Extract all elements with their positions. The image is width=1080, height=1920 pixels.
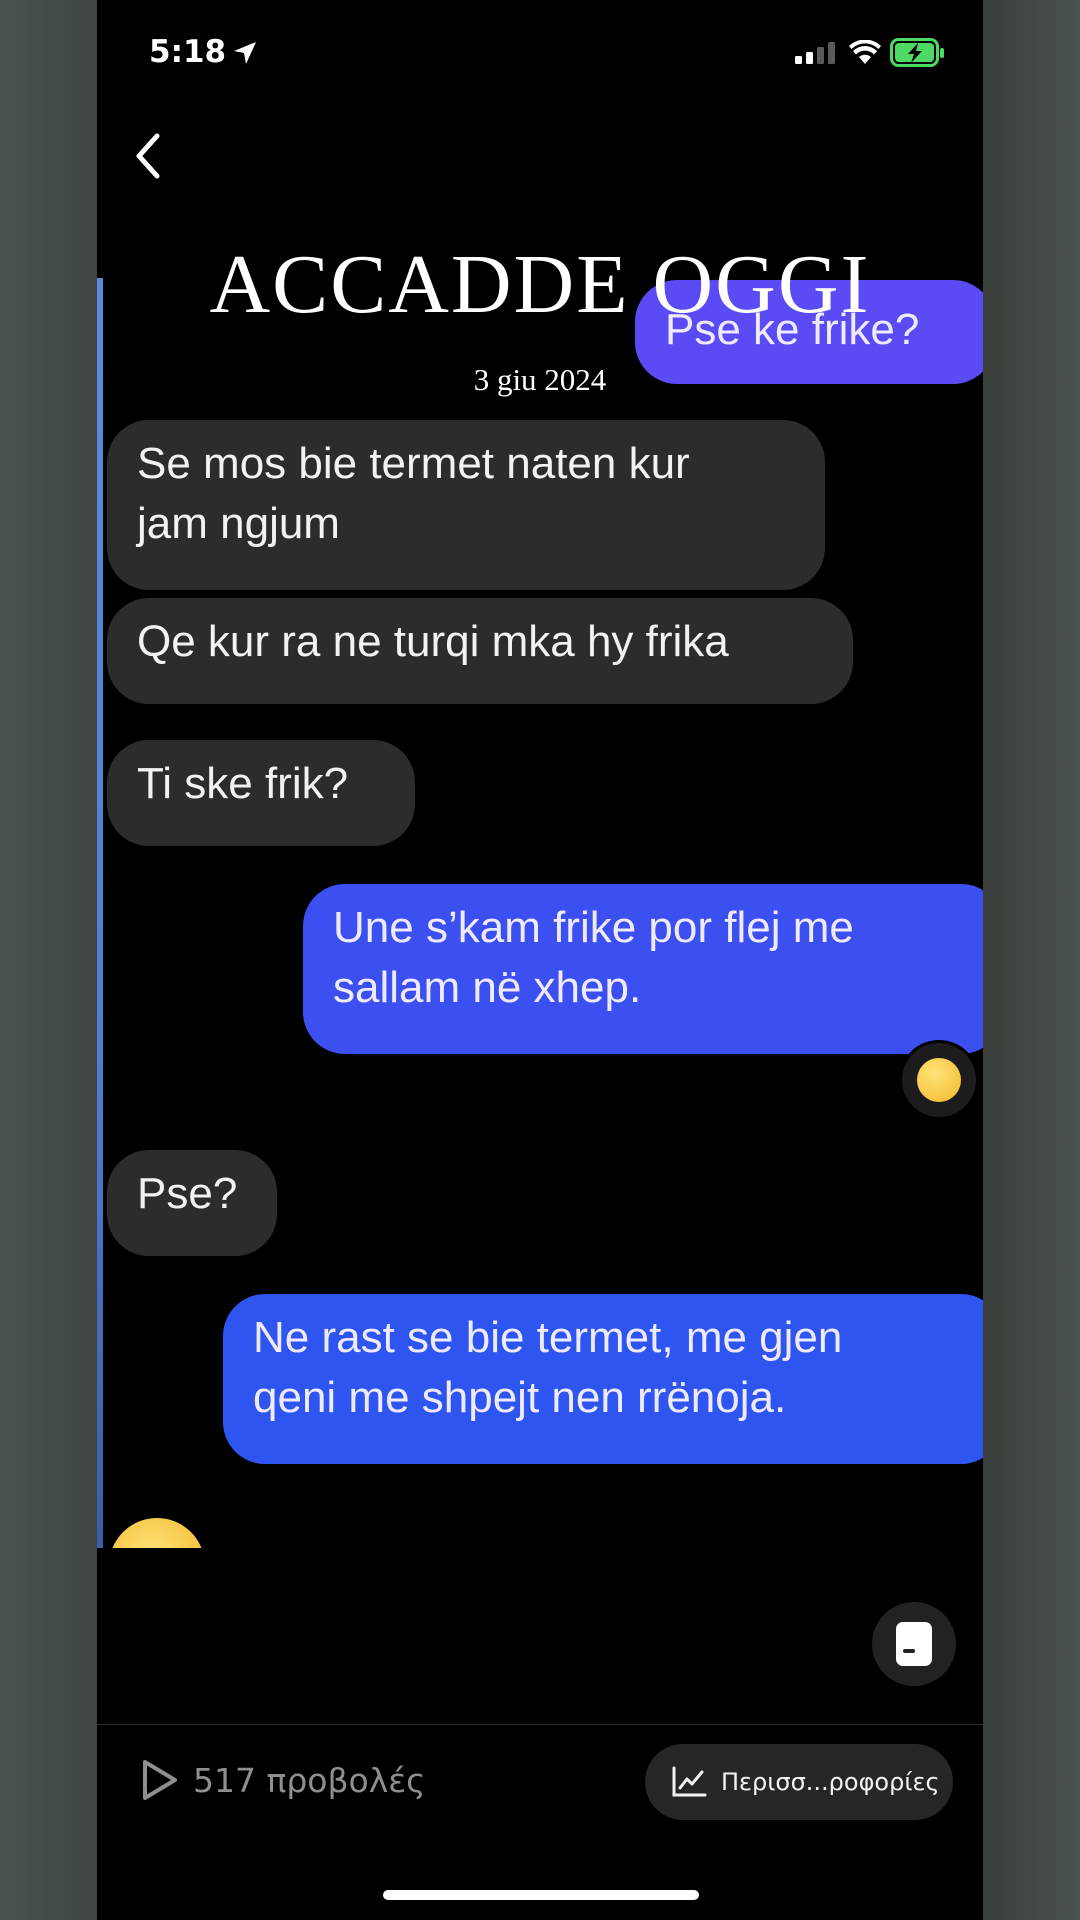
location-arrow-icon	[234, 42, 256, 64]
status-time: 5:18	[149, 34, 227, 70]
message-text-line: Se mos bie termet naten kur	[137, 439, 690, 488]
message-text-line: sallam në xhep.	[333, 963, 642, 1012]
views-label: 517 προβολές	[193, 1760, 426, 1800]
captions-icon	[896, 1622, 932, 1666]
home-indicator[interactable]	[383, 1890, 699, 1900]
story-viewer: 5:18 Pse ke frike? Se mos bie termet nat…	[97, 0, 983, 1920]
message-text-line: Une s’kam frike por flej me	[333, 903, 854, 952]
battery-charging-icon	[890, 38, 944, 67]
play-icon	[143, 1760, 177, 1800]
message-incoming: Pse?	[107, 1150, 277, 1256]
status-bar: 5:18	[97, 0, 983, 110]
emoji-partial	[109, 1518, 205, 1548]
footer-divider	[97, 1724, 983, 1725]
message-incoming: Ti ske frik?	[107, 740, 415, 846]
message-outgoing: Ne rast se bie termet, me gjen qeni me s…	[223, 1294, 983, 1464]
laughing-face-emoji	[917, 1058, 961, 1102]
message-text-line: qeni me shpejt nen rrënoja.	[253, 1373, 787, 1422]
message-incoming: Se mos bie termet naten kur jam ngjum	[107, 420, 825, 590]
captions-button[interactable]	[872, 1602, 956, 1686]
chart-line-icon	[672, 1766, 707, 1797]
message-outgoing: Une s’kam frike por flej me sallam në xh…	[303, 884, 983, 1054]
story-overlay-title: ACCADDE OGGI	[209, 238, 871, 331]
message-reaction[interactable]	[899, 1040, 979, 1120]
cellular-signal-icon	[795, 42, 835, 64]
message-incoming: Qe kur ra ne turqi mka hy frika	[107, 598, 853, 704]
message-text: Qe kur ra ne turqi mka hy frika	[137, 617, 729, 666]
more-info-button[interactable]: Περισσ...ροφορίες	[645, 1744, 953, 1820]
message-text: Pse?	[137, 1169, 238, 1218]
message-text-line: jam ngjum	[137, 499, 340, 548]
back-chevron-icon[interactable]	[127, 128, 171, 184]
story-overlay-date: 3 giu 2024	[473, 362, 607, 397]
chat-screenshot: Pse ke frike? Se mos bie termet naten ku…	[97, 278, 983, 1548]
message-text: Ti ske frik?	[137, 759, 349, 808]
screenshot-edge	[97, 278, 103, 1548]
more-info-label: Περισσ...ροφορίες	[721, 1768, 940, 1796]
wifi-icon	[849, 40, 881, 64]
views-count[interactable]: 517 προβολές	[139, 1757, 425, 1803]
message-text-line: Ne rast se bie termet, me gjen	[253, 1313, 843, 1362]
